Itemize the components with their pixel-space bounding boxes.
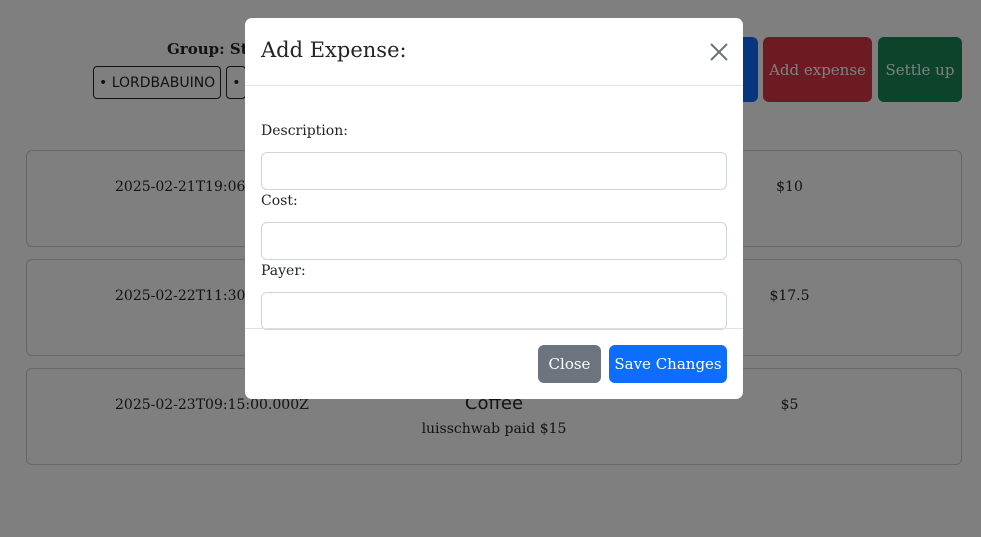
payer-label: Payer: [261,263,306,279]
close-icon[interactable] [709,42,729,62]
add-expense-modal: Add Expense: Description: Cost: Payer: C… [245,18,743,399]
description-input[interactable] [261,152,727,190]
save-changes-button[interactable]: Save Changes [609,345,727,383]
description-label: Description: [261,123,348,139]
modal-footer: Close Save Changes [245,328,743,399]
modal-body: Description: Cost: Payer: [261,85,727,330]
close-button[interactable]: Close [538,345,601,383]
cost-input[interactable] [261,222,727,260]
cost-label: Cost: [261,193,298,209]
payer-input[interactable] [261,292,727,330]
modal-title: Add Expense: [261,38,407,62]
modal-header: Add Expense: [245,18,743,86]
